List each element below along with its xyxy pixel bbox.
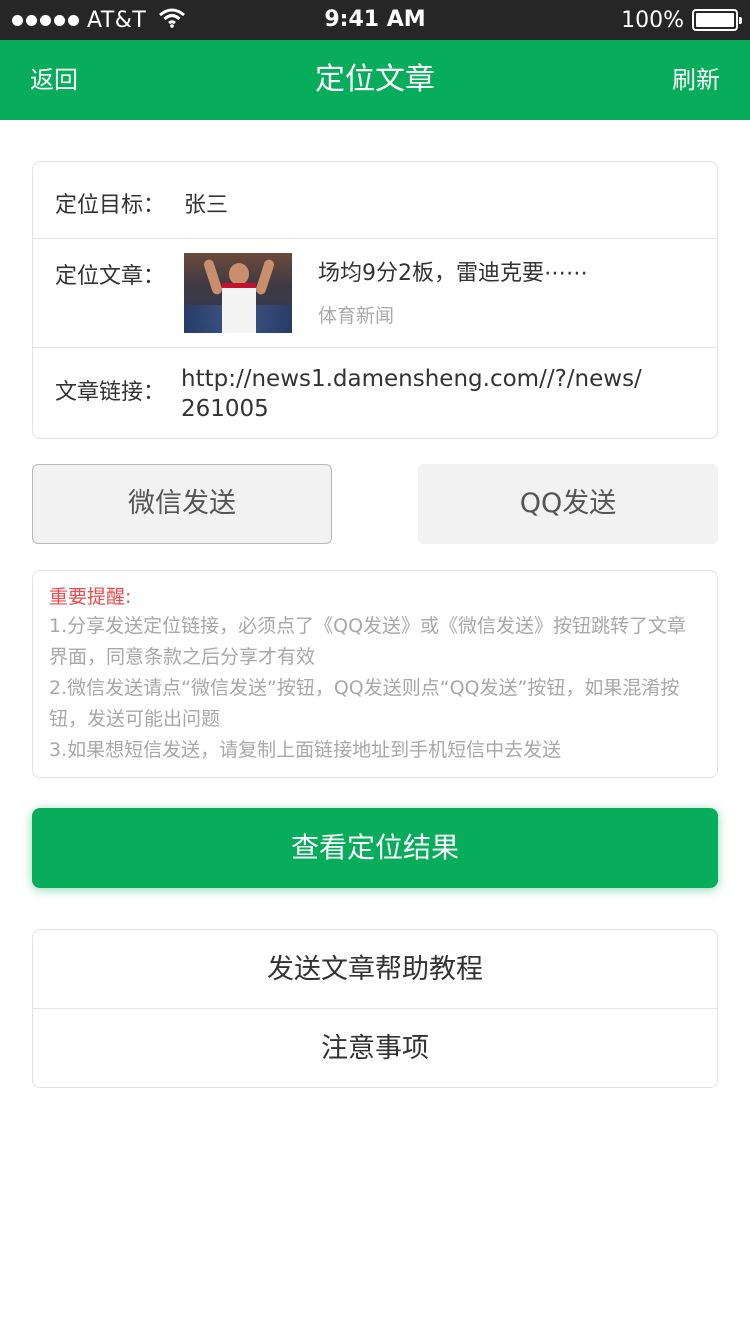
back-button[interactable]: 返回 [30, 40, 78, 120]
refresh-button[interactable]: 刷新 [672, 40, 720, 120]
article-row[interactable]: 定位文章： 场均9分2板，雷迪克要⋯⋯ 体育新闻 [33, 239, 717, 348]
notice-item: 2.微信发送请点“微信发送”按钮，QQ发送则点“QQ发送”按钮，如果混淆按钮，发… [49, 677, 680, 730]
target-label: 定位目标： [55, 193, 166, 218]
article-link[interactable]: http://news1.damensheng.com//?/news/2610… [181, 364, 651, 424]
battery-icon [692, 9, 742, 31]
page-title: 定位文章 [315, 62, 435, 97]
article-category: 体育新闻 [318, 305, 395, 327]
status-bar: AT&T 9:41 AM 100% [0, 0, 750, 40]
view-result-button[interactable]: 查看定位结果 [32, 808, 718, 888]
notice-item: 1.分享发送定位链接，必须点了《QQ发送》或《微信发送》按钮跳转了文章界面，同意… [49, 615, 687, 668]
notice-item: 3.如果想短信发送，请复制上面链接地址到手机短信中去发送 [49, 739, 562, 761]
help-tutorial-item[interactable]: 发送文章帮助教程 [33, 930, 717, 1009]
qq-send-button[interactable]: QQ发送 [418, 464, 718, 544]
article-thumbnail[interactable] [184, 253, 292, 333]
important-notice: 重要提醒: 1.分享发送定位链接，必须点了《QQ发送》或《微信发送》按钮跳转了文… [32, 570, 718, 778]
target-row: 定位目标： 张三 [33, 162, 717, 239]
wechat-send-button[interactable]: 微信发送 [32, 464, 332, 544]
battery-percentage: 100% [621, 7, 684, 33]
link-row: 文章链接： http://news1.damensheng.com//?/new… [33, 348, 717, 440]
article-title[interactable]: 场均9分2板，雷迪克要⋯⋯ [318, 255, 588, 287]
info-card: 定位目标： 张三 定位文章： 场均9分2板，雷迪克要⋯⋯ 体育新闻 文章链接： … [32, 161, 718, 439]
target-value: 张三 [184, 193, 229, 218]
link-label: 文章链接： [55, 380, 166, 405]
status-right: 100% [621, 0, 742, 40]
notice-title: 重要提醒: [49, 586, 132, 608]
nav-bar: 返回 定位文章 刷新 [0, 40, 750, 120]
article-label: 定位文章： [55, 264, 166, 289]
notes-item[interactable]: 注意事项 [33, 1009, 717, 1088]
help-list: 发送文章帮助教程 注意事项 [32, 929, 718, 1088]
